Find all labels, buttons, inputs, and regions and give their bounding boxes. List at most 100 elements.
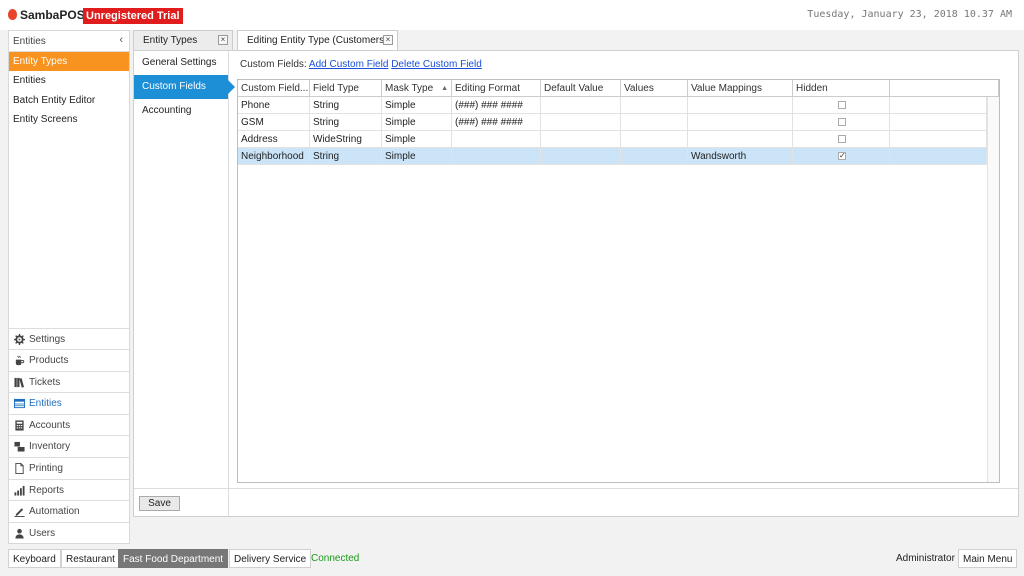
- keyboard-button[interactable]: Keyboard: [8, 549, 61, 568]
- cell-value-mappings[interactable]: Wandsworth: [688, 148, 793, 165]
- delivery-service-button[interactable]: Delivery Service: [229, 549, 312, 568]
- cell-values[interactable]: [621, 131, 688, 148]
- cell-hidden: ✓: [793, 148, 890, 165]
- column-header-filler: [890, 80, 999, 97]
- hidden-checkbox[interactable]: [838, 101, 846, 109]
- module-label: Products: [29, 355, 69, 366]
- cell-value-mappings[interactable]: [688, 114, 793, 131]
- module-inventory[interactable]: Inventory: [9, 435, 129, 456]
- cell-field-type[interactable]: String: [310, 114, 382, 131]
- table-row[interactable]: Address WideString Simple: [238, 131, 999, 148]
- editor-panel: General Settings Custom Fields Accountin…: [133, 50, 1019, 517]
- cell-name[interactable]: Neighborhood: [238, 148, 310, 165]
- column-header-default-value[interactable]: Default Value: [541, 80, 621, 97]
- side-tab-general-settings[interactable]: General Settings: [134, 51, 228, 75]
- column-header-name[interactable]: Custom Field...: [238, 80, 310, 97]
- close-icon[interactable]: ×: [383, 35, 393, 45]
- table-row[interactable]: Phone String Simple (###) ### ####: [238, 97, 999, 114]
- add-custom-field-link[interactable]: Add Custom Field: [309, 59, 388, 70]
- module-tickets[interactable]: Tickets: [9, 371, 129, 392]
- nav-item-entity-screens[interactable]: Entity Screens: [9, 110, 129, 129]
- module-automation[interactable]: Automation: [9, 500, 129, 521]
- column-header-editing-format[interactable]: Editing Format: [452, 80, 541, 97]
- tab-entity-types[interactable]: Entity Types ×: [133, 30, 233, 50]
- custom-fields-grid[interactable]: Custom Field... Field Type Mask Type ▲ E…: [237, 79, 1000, 483]
- module-settings[interactable]: Settings: [9, 328, 129, 349]
- cell-mask-type[interactable]: Simple: [382, 148, 452, 165]
- module-label: Reports: [29, 485, 65, 496]
- module-reports[interactable]: Reports: [9, 479, 129, 500]
- cell-filler: [890, 114, 987, 131]
- cell-editing-format[interactable]: [452, 131, 541, 148]
- main-menu-button[interactable]: Main Menu: [958, 549, 1018, 568]
- cell-values[interactable]: [621, 148, 688, 165]
- hidden-checkbox[interactable]: [838, 118, 846, 126]
- connection-status: Connected: [311, 553, 360, 564]
- fast-food-department-button[interactable]: Fast Food Department: [118, 549, 229, 568]
- custom-fields-label: Custom Fields:: [240, 59, 307, 70]
- column-header-label: Mask Type: [385, 83, 434, 94]
- nav-header: Entities ‹: [9, 31, 129, 52]
- document-icon: [15, 463, 24, 474]
- column-header-value-mappings[interactable]: Value Mappings: [688, 80, 793, 97]
- cell-field-type[interactable]: String: [310, 97, 382, 114]
- module-products[interactable]: Products: [9, 349, 129, 370]
- trial-badge: Unregistered Trial: [83, 8, 183, 24]
- nav-item-entity-types[interactable]: Entity Types: [9, 52, 129, 71]
- side-tab-custom-fields[interactable]: Custom Fields: [134, 75, 235, 99]
- books-icon: [14, 377, 24, 388]
- pen-icon: [14, 508, 25, 517]
- cell-editing-format[interactable]: [452, 148, 541, 165]
- custom-fields-toolbar: Custom Fields: Add Custom Field Delete C…: [240, 59, 482, 70]
- cell-default-value[interactable]: [541, 131, 621, 148]
- module-label: Automation: [29, 506, 80, 517]
- cell-filler: [890, 97, 987, 114]
- hidden-checkbox-checked[interactable]: ✓: [838, 152, 846, 160]
- cell-values[interactable]: [621, 97, 688, 114]
- column-header-values[interactable]: Values: [621, 80, 688, 97]
- cell-filler: [890, 148, 987, 165]
- hidden-checkbox[interactable]: [838, 135, 846, 143]
- cell-mask-type[interactable]: Simple: [382, 114, 452, 131]
- table-row[interactable]: GSM String Simple (###) ### ####: [238, 114, 999, 131]
- nav-item-entities[interactable]: Entities: [9, 71, 129, 90]
- cell-name[interactable]: Address: [238, 131, 310, 148]
- table-icon: [14, 398, 25, 409]
- cell-name[interactable]: Phone: [238, 97, 310, 114]
- side-tab-accounting[interactable]: Accounting: [134, 99, 228, 123]
- close-icon[interactable]: ×: [218, 35, 228, 45]
- cell-value-mappings[interactable]: [688, 131, 793, 148]
- cell-hidden: [793, 97, 890, 114]
- title-bar: SambaPOS Unregistered Trial Tuesday, Jan…: [0, 0, 1024, 30]
- module-accounts[interactable]: Accounts: [9, 414, 129, 435]
- module-label: Printing: [29, 463, 63, 474]
- cell-mask-type[interactable]: Simple: [382, 97, 452, 114]
- restaurant-button[interactable]: Restaurant: [61, 549, 120, 568]
- cell-default-value[interactable]: [541, 114, 621, 131]
- cell-value-mappings[interactable]: [688, 97, 793, 114]
- delete-custom-field-link[interactable]: Delete Custom Field: [391, 59, 482, 70]
- cell-field-type[interactable]: String: [310, 148, 382, 165]
- cell-default-value[interactable]: [541, 97, 621, 114]
- module-entities[interactable]: Entities: [9, 392, 129, 413]
- cell-default-value[interactable]: [541, 148, 621, 165]
- cell-name[interactable]: GSM: [238, 114, 310, 131]
- module-printing[interactable]: Printing: [9, 457, 129, 478]
- module-label: Entities: [29, 398, 62, 409]
- column-header-mask-type[interactable]: Mask Type ▲: [382, 80, 452, 97]
- nav-item-batch-entity-editor[interactable]: Batch Entity Editor: [9, 91, 129, 110]
- cell-field-type[interactable]: WideString: [310, 131, 382, 148]
- cell-values[interactable]: [621, 114, 688, 131]
- save-button[interactable]: Save: [139, 496, 180, 511]
- table-row-selected[interactable]: Neighborhood String Simple Wandsworth ✓: [238, 148, 999, 165]
- column-header-hidden[interactable]: Hidden: [793, 80, 890, 97]
- settings-side-tabs: General Settings Custom Fields Accountin…: [134, 51, 235, 516]
- cell-mask-type[interactable]: Simple: [382, 131, 452, 148]
- cell-editing-format[interactable]: (###) ### ####: [452, 114, 541, 131]
- column-header-field-type[interactable]: Field Type: [310, 80, 382, 97]
- cell-editing-format[interactable]: (###) ### ####: [452, 97, 541, 114]
- module-users[interactable]: Users: [9, 522, 129, 543]
- collapse-chevron-icon[interactable]: ‹: [119, 34, 123, 46]
- grid-vertical-scrollbar[interactable]: [987, 97, 999, 482]
- tab-editing-entity-type[interactable]: Editing Entity Type (Customers) ×: [237, 30, 398, 51]
